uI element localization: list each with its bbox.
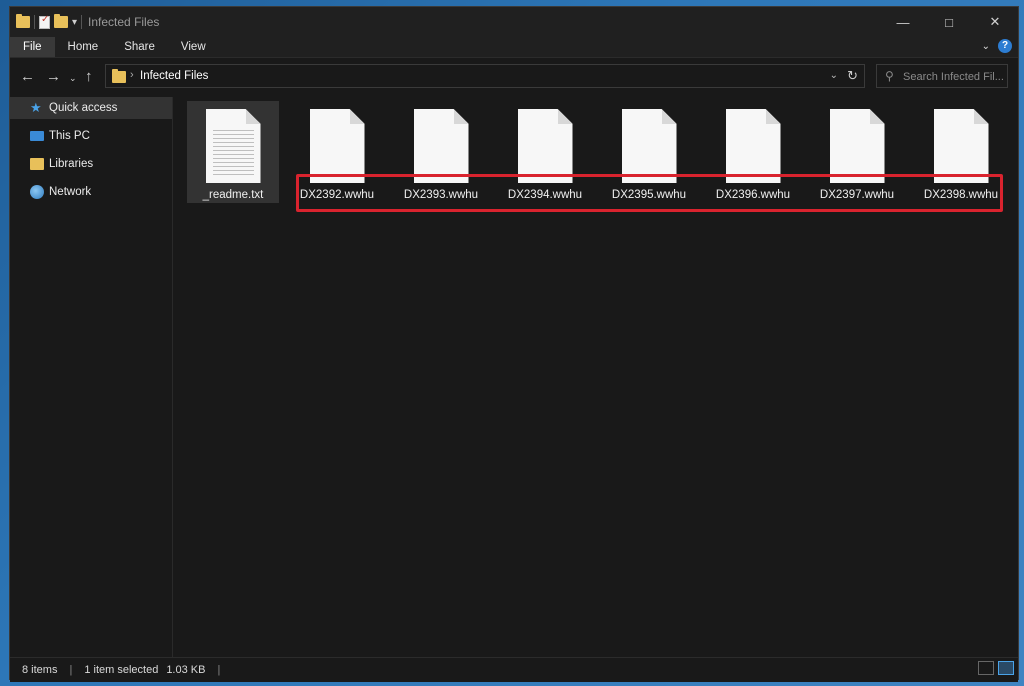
quick-access-toolbar: ▾ (16, 14, 83, 29)
file-item-readme[interactable]: _readme.txt (187, 101, 279, 203)
properties-icon[interactable] (39, 14, 50, 29)
sidebar-item-label: Network (49, 186, 92, 198)
navigation-bar: ← → ⌄ ↑ › Infected Files ⌄ ↻ ⚲ (10, 57, 1018, 96)
blank-file-icon (621, 109, 677, 183)
star-icon: ★ (30, 100, 42, 115)
blank-file-icon (829, 109, 885, 183)
close-button[interactable]: ✕ (972, 7, 1018, 37)
address-dropdown-icon[interactable]: ⌄ (830, 70, 838, 81)
sidebar-item-this-pc[interactable]: This PC (10, 125, 172, 147)
ribbon-right-controls: ⌄ ? (982, 39, 1012, 53)
blank-file-icon (517, 109, 573, 183)
text-file-icon (205, 109, 261, 183)
address-bar[interactable]: › Infected Files ⌄ ↻ (105, 64, 865, 88)
folder-icon[interactable] (16, 14, 30, 28)
large-icons-view-icon[interactable] (998, 661, 1014, 675)
back-icon[interactable]: ← (20, 68, 35, 85)
explorer-window: ▾ Infected Files — □ ✕ File Home Share V… (9, 6, 1019, 682)
up-icon[interactable]: ↑ (85, 68, 93, 85)
expand-ribbon-icon[interactable]: ⌄ (982, 41, 990, 52)
blank-file-icon (413, 109, 469, 183)
recent-locations-icon[interactable]: ⌄ (69, 73, 77, 84)
breadcrumb-chevron-icon[interactable]: › (130, 69, 134, 81)
window-controls: — □ ✕ (880, 7, 1018, 37)
tab-file[interactable]: File (10, 37, 55, 57)
minimize-button[interactable]: — (880, 7, 926, 37)
sidebar-item-libraries[interactable]: Libraries (10, 153, 172, 175)
file-name: _readme.txt (202, 189, 264, 201)
tab-share[interactable]: Share (111, 37, 168, 57)
sidebar-item-label: This PC (49, 130, 90, 142)
search-input[interactable] (901, 68, 1009, 86)
selection-size: 1.03 KB (166, 664, 206, 676)
refresh-icon[interactable]: ↻ (847, 68, 858, 84)
sidebar-item-network[interactable]: Network (10, 181, 172, 203)
status-divider: | (217, 664, 221, 676)
toolbar-divider (81, 15, 83, 29)
selection-count: 1 item selected (84, 664, 159, 676)
window-title: Infected Files (88, 15, 160, 29)
network-icon (30, 185, 44, 199)
title-bar: ▾ Infected Files — □ ✕ (10, 7, 1018, 37)
tab-view[interactable]: View (168, 37, 219, 57)
help-icon[interactable]: ? (998, 39, 1012, 53)
navigation-pane: ★ Quick access This PC Libraries Network (10, 97, 173, 657)
search-icon: ⚲ (885, 69, 894, 83)
status-divider: | (69, 664, 73, 676)
customize-toolbar-icon[interactable]: ▾ (72, 17, 77, 28)
details-view-icon[interactable] (978, 661, 994, 675)
toolbar-divider (34, 15, 35, 29)
new-folder-icon[interactable] (54, 14, 68, 28)
blank-file-icon (309, 109, 365, 183)
blank-file-icon (725, 109, 781, 183)
libraries-icon (30, 158, 44, 170)
sidebar-item-label: Quick access (49, 102, 118, 114)
status-bar: 8 items | 1 item selected 1.03 KB | (10, 657, 1018, 682)
search-box[interactable]: ⚲ (876, 64, 1009, 88)
maximize-button[interactable]: □ (926, 7, 972, 37)
blank-file-icon (933, 109, 989, 183)
ribbon-tabs: File Home Share View ⌄ ? (10, 37, 1018, 57)
computer-icon (30, 131, 44, 141)
tab-home[interactable]: Home (55, 37, 112, 57)
forward-icon[interactable]: → (46, 68, 61, 85)
highlight-box (296, 174, 1003, 212)
sidebar-item-label: Libraries (49, 158, 94, 170)
sidebar-item-quick-access[interactable]: ★ Quick access (10, 97, 172, 119)
breadcrumb-current[interactable]: Infected Files (140, 70, 208, 82)
item-count: 8 items (22, 664, 58, 676)
view-switcher (978, 661, 1014, 675)
folder-icon (112, 69, 126, 83)
